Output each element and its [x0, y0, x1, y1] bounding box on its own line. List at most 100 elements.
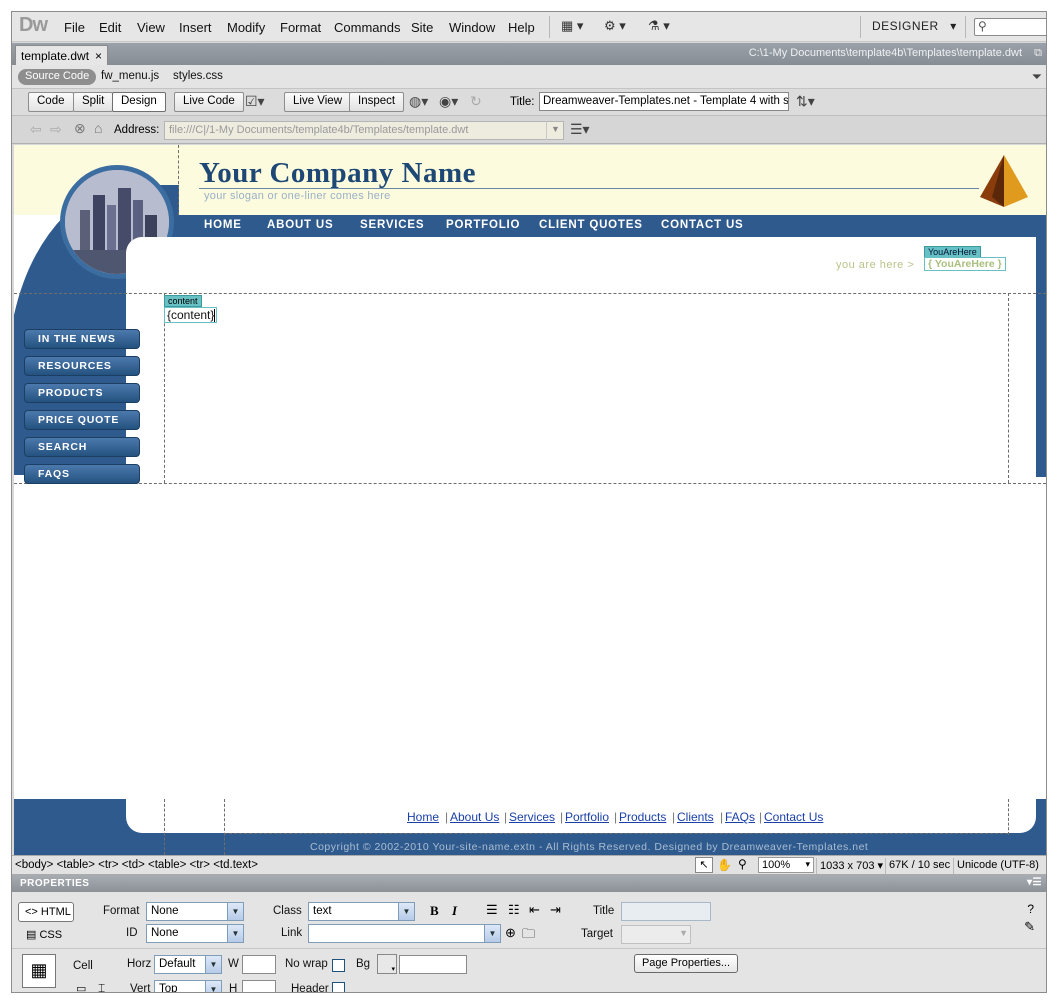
live-view-button[interactable]: Live View [284, 92, 352, 112]
sidebar-item-products[interactable]: Products [24, 383, 140, 403]
nav-home[interactable]: Home [204, 219, 242, 231]
footer-link-faqs[interactable]: FAQs [725, 810, 755, 824]
extend-gear-icon[interactable]: ⚙ ▾ [604, 18, 626, 34]
quick-tag-editor-icon[interactable]: ✎ [1024, 919, 1035, 935]
menu-window[interactable]: Window [449, 20, 495, 35]
sidebar-item-faqs[interactable]: FAQs [24, 464, 140, 484]
code-view-button[interactable]: Code [28, 92, 74, 112]
merge-cells-icon[interactable]: ▭ [76, 982, 86, 992]
html-mode-button[interactable]: <> HTML [18, 902, 74, 922]
id-select[interactable]: None ▼ [146, 924, 244, 943]
nav-contact-us[interactable]: Contact Us [661, 219, 744, 231]
menu-view[interactable]: View [137, 20, 165, 35]
inspect-button[interactable]: Inspect [349, 92, 405, 112]
bg-color-picker[interactable]: ▾ [377, 954, 397, 974]
browse-options-icon[interactable]: ☰▾ [570, 121, 590, 138]
stop-icon[interactable]: ⊗ [74, 120, 86, 137]
address-input[interactable]: file:///C|/1-My Documents/template4b/Tem… [164, 121, 564, 140]
footer-link-products[interactable]: Products [619, 810, 666, 824]
preview-globe-icon[interactable]: ◍▾ [409, 93, 428, 110]
related-file[interactable]: fw_menu.js [101, 70, 159, 82]
help-search-input[interactable]: ⚲ [974, 18, 1046, 36]
source-code-tab[interactable]: Source Code [18, 69, 97, 85]
footer-link-portfolio[interactable]: Portfolio [565, 810, 609, 824]
design-view[interactable]: Your Company Name your slogan or one-lin… [14, 145, 1046, 855]
sidebar-item-resources[interactable]: Resources [24, 356, 140, 376]
sidebar-item-search[interactable]: Search [24, 437, 140, 457]
css-mode-button[interactable]: ▤ CSS [26, 928, 62, 941]
split-view-button[interactable]: Split [73, 92, 114, 112]
bg-color-input[interactable] [399, 955, 467, 974]
title-input[interactable] [621, 902, 711, 921]
menu-format[interactable]: Format [280, 20, 321, 35]
horz-select[interactable]: Default ▼ [154, 955, 222, 974]
nav-portfolio[interactable]: Portfolio [446, 219, 520, 231]
hand-tool-icon[interactable]: ✋ [717, 858, 732, 872]
target-select[interactable]: ▼ [621, 925, 691, 944]
editable-region-tag[interactable]: content [164, 295, 202, 307]
indent-icon[interactable]: ⇥ [550, 902, 561, 918]
close-icon[interactable]: × [95, 49, 102, 63]
check-browser-icon[interactable]: ☑▾ [245, 93, 265, 110]
page-properties-button[interactable]: Page Properties... [634, 954, 738, 973]
menu-help[interactable]: Help [508, 20, 535, 35]
filter-icon[interactable]: ⏷ [1032, 69, 1042, 85]
ordered-list-icon[interactable]: ☷ [508, 902, 520, 918]
menu-modify[interactable]: Modify [227, 20, 265, 35]
menu-site[interactable]: Site [411, 20, 433, 35]
header-checkbox[interactable] [332, 982, 345, 992]
zoom-tool-icon[interactable]: ⚲ [738, 857, 747, 871]
height-input[interactable] [242, 980, 276, 992]
live-code-button[interactable]: Live Code [174, 92, 244, 112]
bold-button[interactable]: B [430, 903, 439, 919]
zoom-select[interactable]: 100% ▾ [758, 857, 814, 873]
width-input[interactable] [242, 955, 276, 974]
related-file[interactable]: styles.css [173, 70, 223, 82]
footer-link-home[interactable]: Home [407, 810, 439, 824]
refresh-icon[interactable]: ↻ [470, 93, 482, 110]
nav-services[interactable]: Services [360, 219, 424, 231]
tag-selector[interactable]: <body> <table> <tr> <td> <table> <tr> <t… [15, 859, 258, 871]
visual-aids-icon[interactable]: ◉▾ [439, 93, 458, 110]
layout-icon[interactable]: ▦ ▾ [561, 18, 583, 34]
browse-folder-icon[interactable]: 🗀 [522, 925, 535, 947]
footer-link-about-us[interactable]: About Us [450, 810, 499, 824]
class-select[interactable]: text ▼ [308, 902, 415, 921]
link-input[interactable]: ▼ [308, 924, 501, 943]
home-icon[interactable]: ⌂ [94, 120, 102, 136]
design-view-button[interactable]: Design [112, 92, 166, 112]
format-select[interactable]: None ▼ [146, 902, 244, 921]
menu-edit[interactable]: Edit [99, 20, 121, 35]
site-icon[interactable]: ⚗ ▾ [648, 18, 670, 34]
workspace-switcher[interactable]: DESIGNER ▾ [872, 19, 957, 33]
nowrap-checkbox[interactable] [332, 959, 345, 972]
forward-icon[interactable]: ⇨ [50, 121, 62, 138]
nav-client-quotes[interactable]: Client Quotes [539, 219, 643, 231]
file-management-icon[interactable]: ⇅▾ [796, 93, 815, 110]
split-cells-icon[interactable]: ⌶ [98, 981, 105, 992]
panel-menu-icon[interactable]: ▾☰ [1027, 877, 1042, 888]
select-pointer-icon[interactable]: ↖ [695, 857, 713, 873]
footer-link-clients[interactable]: Clients [677, 810, 714, 824]
sidebar-item-price-quote[interactable]: Price Quote [24, 410, 140, 430]
footer-link-contact-us[interactable]: Contact Us [764, 810, 823, 824]
back-icon[interactable]: ⇦ [30, 121, 42, 138]
chevron-down-icon[interactable]: ▼ [546, 121, 564, 140]
window-size[interactable]: 1033 x 703 ▾ [816, 858, 886, 874]
point-to-file-icon[interactable]: ⊕ [505, 925, 516, 941]
vert-select[interactable]: Top ▼ [154, 980, 222, 992]
unordered-list-icon[interactable]: ☰ [486, 902, 498, 918]
content-region[interactable]: {content} [164, 307, 218, 323]
help-icon[interactable]: ? [1027, 902, 1034, 916]
menu-insert[interactable]: Insert [179, 20, 212, 35]
document-tab[interactable]: template.dwt × [15, 45, 108, 65]
restore-icon[interactable]: ⧉ [1034, 47, 1042, 60]
footer-link-services[interactable]: Services [509, 810, 555, 824]
properties-panel-header[interactable]: PROPERTIES ▾☰ [12, 875, 1046, 892]
menu-commands[interactable]: Commands [334, 20, 400, 35]
outdent-icon[interactable]: ⇤ [529, 902, 540, 918]
nav-about-us[interactable]: About Us [267, 219, 333, 231]
youarehere-region[interactable]: { YouAreHere } [924, 257, 1006, 271]
italic-button[interactable]: I [452, 903, 457, 919]
sidebar-item-in-the-news[interactable]: In The News [24, 329, 140, 349]
